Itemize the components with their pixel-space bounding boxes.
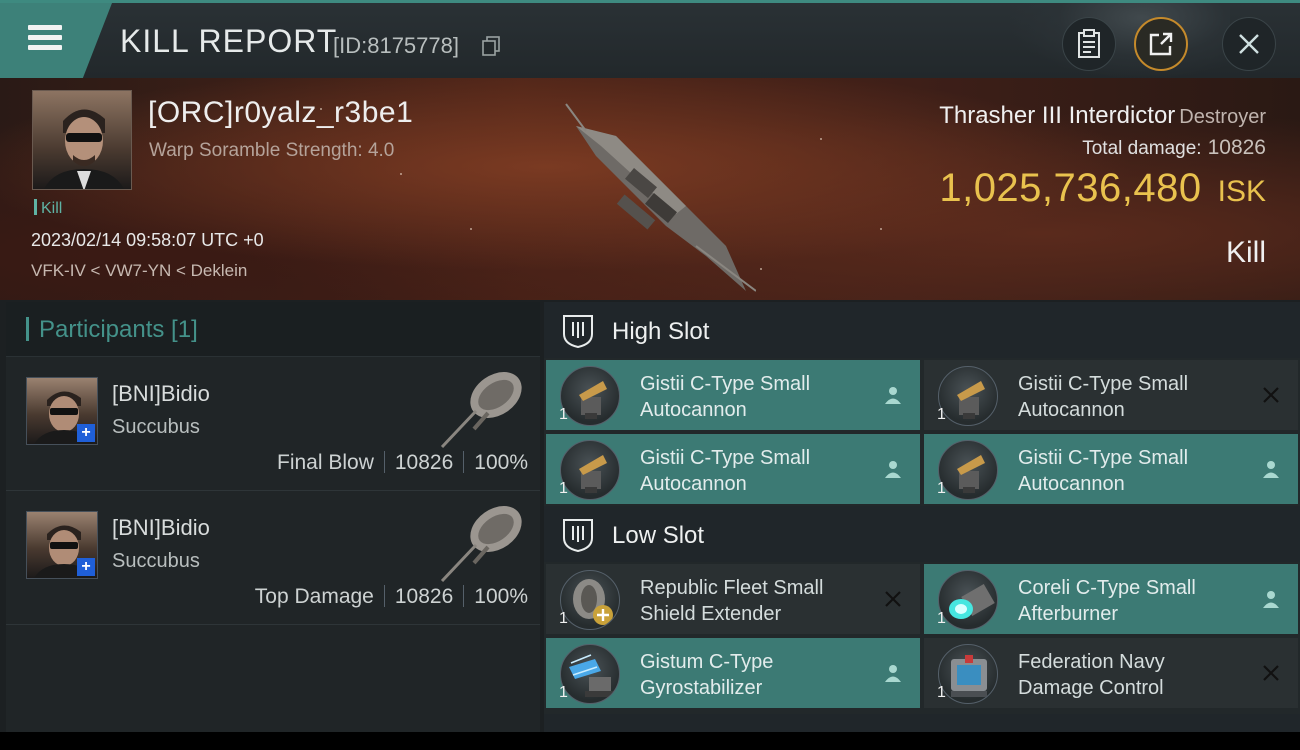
ship-image[interactable] xyxy=(556,96,756,296)
isk-value-row: 1,025,736,480 ISK xyxy=(939,166,1266,211)
fitted-person-icon xyxy=(882,384,904,406)
share-icon xyxy=(1149,32,1173,56)
module-quantity: 1 xyxy=(559,684,568,701)
module-name: Gistum C-Type Gyrostabilizer xyxy=(640,651,774,699)
isk-value: 1,025,736,480 xyxy=(939,166,1202,210)
close-icon xyxy=(1239,34,1259,54)
autocannon-icon xyxy=(938,440,998,500)
participant-ship-image[interactable] xyxy=(436,493,532,589)
clipboard-icon xyxy=(1078,29,1100,58)
module-name: Republic Fleet Small Shield Extender xyxy=(640,577,824,625)
participant-avatar[interactable]: + xyxy=(26,377,98,445)
participant-name[interactable]: [BNI]Bidio xyxy=(112,515,210,541)
module-tile[interactable]: 1 Gistum C-Type Gyrostabilizer xyxy=(546,638,920,708)
total-damage: Total damage: 10826 xyxy=(1082,136,1266,159)
participants-panel: Participants [1] + [BNI]Bidio Succubus F… xyxy=(6,302,540,732)
hamburger-icon xyxy=(28,25,62,51)
fitted-person-icon xyxy=(1260,458,1282,480)
module-tile[interactable]: 1 Federation Navy Damage Control xyxy=(924,638,1298,708)
module-name: Federation Navy Damage Control xyxy=(1018,651,1165,699)
fitted-person-icon xyxy=(882,458,904,480)
page-title: KILL REPORT xyxy=(120,23,338,59)
copy-icon[interactable] xyxy=(482,36,500,56)
participant-stats: Final Blow 10826 100% xyxy=(277,451,528,474)
autocannon-icon xyxy=(560,440,620,500)
high-slot-label: High Slot xyxy=(612,318,710,345)
destroyed-x-icon xyxy=(1260,662,1282,684)
autocannon-icon xyxy=(938,366,998,426)
share-button[interactable] xyxy=(1134,17,1188,71)
module-quantity: 1 xyxy=(937,480,946,497)
module-quantity: 1 xyxy=(937,684,946,701)
victim-name[interactable]: [ORC]r0yalz_r3be1 xyxy=(148,96,413,130)
high-slot-header: High Slot xyxy=(544,302,1300,358)
module-quantity: 1 xyxy=(937,406,946,423)
shield-extender-icon xyxy=(560,570,620,630)
victim-banner: [ORC]r0yalz_r3be1 Warp Soramble Strength… xyxy=(0,78,1300,300)
module-tile[interactable]: 1 Gistii C-Type Small Autocannon xyxy=(546,360,920,430)
fitted-person-icon xyxy=(1260,588,1282,610)
planet-backdrop xyxy=(1010,3,1230,78)
victim-avatar[interactable] xyxy=(32,90,132,190)
fitting-panel: High Slot 1 Gistii C-Type Small Autocanno… xyxy=(544,302,1300,732)
low-slot-header: Low Slot xyxy=(544,506,1300,562)
autocannon-icon xyxy=(560,366,620,426)
fitted-person-icon xyxy=(882,662,904,684)
isk-unit: ISK xyxy=(1217,175,1266,208)
module-quantity: 1 xyxy=(559,480,568,497)
participants-header[interactable]: Participants [1] xyxy=(6,302,540,357)
module-tile[interactable]: 1 Coreli C-Type Small Afterburner xyxy=(924,564,1298,634)
low-slot-icon xyxy=(563,519,593,552)
participant-row[interactable]: + [BNI]Bidio Succubus Top Damage 10826 100… xyxy=(6,491,540,625)
menu-button[interactable] xyxy=(0,3,112,78)
gyrostabilizer-icon xyxy=(560,644,620,704)
afterburner-icon xyxy=(938,570,998,630)
next-slot-header-partial xyxy=(544,714,1300,732)
module-name: Gistii C-Type Small Autocannon xyxy=(640,447,811,495)
module-tile[interactable]: 1 Gistii C-Type Small Autocannon xyxy=(924,434,1298,504)
low-slot-label: Low Slot xyxy=(612,522,705,549)
participant-name[interactable]: [BNI]Bidio xyxy=(112,381,210,407)
damage-control-icon xyxy=(938,644,998,704)
kill-report-screen: KILL REPORT [ID:8175778] [ORC]r0yalz_r3b… xyxy=(0,0,1300,732)
module-quantity: 1 xyxy=(937,610,946,627)
participant-row[interactable]: + [BNI]Bidio Succubus Final Blow 10826 100… xyxy=(6,357,540,491)
destroyed-x-icon xyxy=(1260,384,1282,406)
destroyed-x-icon xyxy=(882,588,904,610)
plus-badge-icon: + xyxy=(77,558,95,576)
ship-name: Thrasher III Interdictor Destroyer xyxy=(939,102,1266,129)
plus-badge-icon: + xyxy=(77,424,95,442)
module-name: Gistii C-Type Small Autocannon xyxy=(1018,373,1189,421)
participant-ship: Succubus xyxy=(112,550,200,572)
participant-ship-image[interactable] xyxy=(436,359,532,455)
module-name: Coreli C-Type Small Afterburner xyxy=(1018,577,1196,625)
module-quantity: 1 xyxy=(559,406,568,423)
report-id: [ID:8175778] xyxy=(333,33,459,58)
participant-avatar[interactable]: + xyxy=(26,511,98,579)
kill-result: Kill xyxy=(1225,236,1266,269)
high-slot-icon xyxy=(563,315,593,348)
module-tile[interactable]: 1 Gistii C-Type Small Autocannon xyxy=(546,434,920,504)
participant-ship: Succubus xyxy=(112,416,200,438)
module-quantity: 1 xyxy=(559,610,568,627)
module-tile[interactable]: 1 Republic Fleet Small Shield Extender xyxy=(546,564,920,634)
top-bar: KILL REPORT [ID:8175778] xyxy=(0,0,1300,78)
victim-subline: Warp Soramble Strength: 4.0 xyxy=(149,140,395,161)
module-name: Gistii C-Type Small Autocannon xyxy=(1018,447,1189,495)
module-name: Gistii C-Type Small Autocannon xyxy=(640,373,811,421)
clipboard-button[interactable] xyxy=(1062,17,1116,71)
kill-datetime: 2023/02/14 09:58:07 UTC +0 xyxy=(31,230,264,250)
module-tile[interactable]: 1 Gistii C-Type Small Autocannon xyxy=(924,360,1298,430)
close-button[interactable] xyxy=(1222,17,1276,71)
kill-tag: Kill xyxy=(34,199,62,218)
kill-location: VFK-IV < VW7-YN < Deklein xyxy=(31,261,248,280)
participant-stats: Top Damage 10826 100% xyxy=(254,585,528,608)
